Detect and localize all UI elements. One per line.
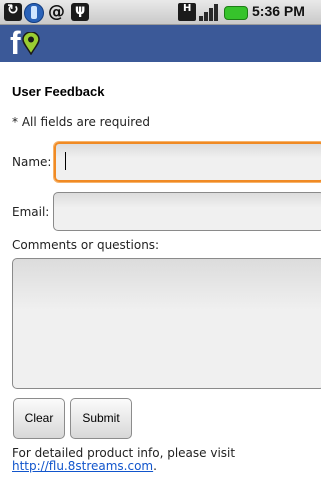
footer-text: For detailed product info, please visit xyxy=(12,446,236,460)
required-note: * All fields are required xyxy=(12,115,150,129)
email-field[interactable] xyxy=(53,192,321,231)
comments-textarea[interactable] xyxy=(12,258,321,389)
phone-icon xyxy=(24,3,44,23)
app-logo: f xyxy=(10,25,21,61)
status-bar: @ 5:36 PM xyxy=(0,0,321,25)
usb-icon xyxy=(71,3,89,21)
battery-icon xyxy=(224,6,248,20)
at-icon: @ xyxy=(48,2,65,22)
name-label: Name: xyxy=(12,155,52,169)
product-info-link[interactable]: http://flu.8streams.com xyxy=(12,459,153,473)
email-label: Email: xyxy=(12,205,50,219)
location-pin-icon xyxy=(22,32,40,55)
submit-button[interactable]: Submit xyxy=(70,398,132,439)
text-cursor xyxy=(65,152,66,170)
comments-label: Comments or questions: xyxy=(12,238,160,252)
app-bar: f xyxy=(0,25,321,62)
sync-icon xyxy=(4,2,22,21)
footer-note: For detailed product info, please visit … xyxy=(12,447,235,473)
hsdpa-icon xyxy=(178,3,196,21)
clear-button[interactable]: Clear xyxy=(13,398,65,439)
footer-suffix: . xyxy=(153,459,157,473)
name-field[interactable] xyxy=(54,142,321,182)
signal-icon xyxy=(199,3,219,21)
page-title: User Feedback xyxy=(12,84,105,99)
clock: 5:36 PM xyxy=(252,3,305,19)
